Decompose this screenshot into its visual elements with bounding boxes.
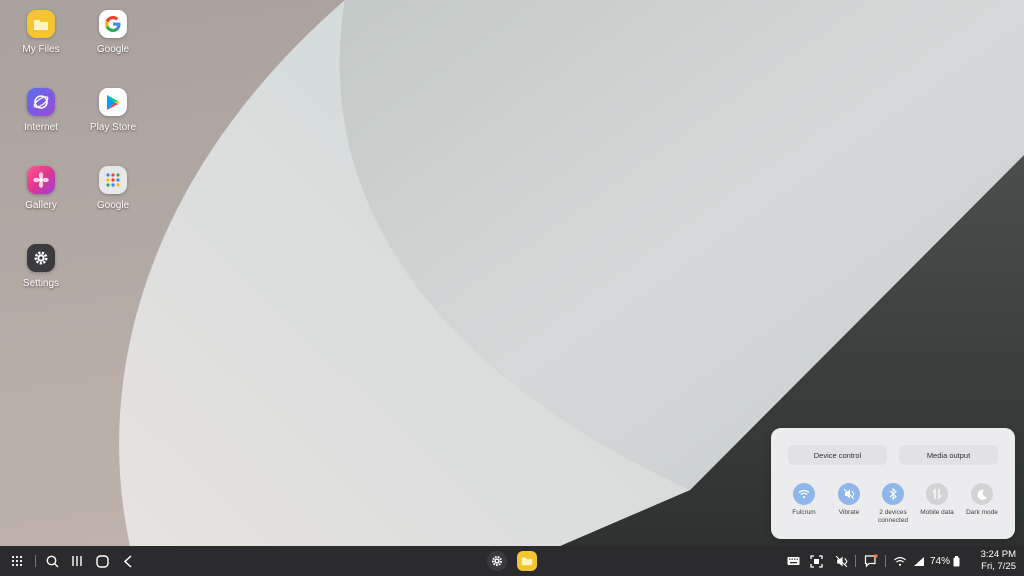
clock-date: Fri, 7/25 bbox=[981, 561, 1016, 572]
recents-button[interactable] bbox=[67, 546, 87, 576]
search-button[interactable] bbox=[42, 546, 62, 576]
desktop-icon-my-files[interactable]: My Files bbox=[5, 2, 77, 55]
back-button[interactable] bbox=[118, 546, 138, 576]
clock[interactable]: 3:24 PM Fri, 7/25 bbox=[966, 546, 1016, 576]
bluetooth-icon bbox=[882, 483, 904, 505]
taskbar-divider bbox=[885, 555, 886, 567]
vibrate-icon bbox=[835, 555, 848, 567]
tile-label: Vibrate bbox=[838, 509, 860, 516]
desktop-icon-internet[interactable]: Internet bbox=[5, 80, 77, 133]
tile-mobile-data[interactable]: Mobile data bbox=[915, 483, 959, 517]
play-store-icon bbox=[99, 88, 127, 116]
desktop-icon-gallery[interactable]: Gallery bbox=[5, 158, 77, 211]
volume-button[interactable] bbox=[832, 546, 850, 576]
screenshot-button[interactable] bbox=[807, 546, 825, 576]
taskbar-app-settings[interactable] bbox=[486, 546, 508, 576]
tile-label: 2 devices connected bbox=[878, 509, 908, 524]
desktop-icon-settings[interactable]: Settings bbox=[5, 236, 77, 289]
desktop-icon-label: Settings bbox=[22, 278, 60, 289]
taskbar-divider bbox=[855, 555, 856, 567]
desktop-icon-label: Google bbox=[96, 44, 130, 55]
mobile-data-icon bbox=[926, 483, 948, 505]
tile-wifi[interactable]: Fulcrum bbox=[782, 483, 826, 517]
home-icon bbox=[95, 554, 109, 568]
desktop-icon-label: Play Store bbox=[89, 122, 137, 133]
taskbar-app-my-files[interactable] bbox=[515, 546, 539, 576]
apps-button[interactable] bbox=[6, 546, 28, 576]
taskbar: 74% 3:24 PM Fri, 7/25 bbox=[0, 546, 1024, 576]
signal-icon bbox=[914, 556, 924, 566]
desktop-icon-label: Gallery bbox=[25, 200, 57, 211]
home-button[interactable] bbox=[92, 546, 112, 576]
keyboard-button[interactable] bbox=[784, 546, 802, 576]
notification-icon bbox=[864, 554, 878, 568]
google-folder-icon bbox=[99, 166, 127, 194]
media-output-button[interactable]: Media output bbox=[899, 445, 998, 465]
battery-percent-text: 74% bbox=[929, 555, 950, 567]
back-icon bbox=[123, 554, 132, 568]
dark-mode-icon bbox=[971, 483, 993, 505]
desktop-icon-google[interactable]: Google bbox=[77, 2, 149, 55]
search-icon bbox=[46, 555, 58, 567]
wifi-icon bbox=[793, 483, 815, 505]
notifications-button[interactable] bbox=[862, 546, 880, 576]
internet-icon bbox=[27, 88, 55, 116]
quick-panel: Device control Media output Fulcrum Vibr… bbox=[771, 428, 1015, 539]
settings-icon bbox=[27, 244, 55, 272]
tile-label: Mobile data bbox=[920, 509, 954, 516]
tile-dark-mode[interactable]: Dark mode bbox=[960, 483, 1004, 517]
desktop-icon-label: Internet bbox=[24, 122, 58, 133]
battery-percent[interactable]: 74% bbox=[928, 546, 952, 576]
folder-icon bbox=[517, 551, 537, 571]
desktop-icon-play-store[interactable]: Play Store bbox=[77, 80, 149, 133]
desktop-icon-google-folder[interactable]: Google bbox=[77, 158, 149, 211]
google-icon bbox=[99, 10, 127, 38]
recents-icon bbox=[72, 556, 82, 566]
tile-vibrate[interactable]: Vibrate bbox=[827, 483, 871, 517]
desktop-icon-label: My Files bbox=[22, 44, 60, 55]
battery-icon bbox=[953, 555, 959, 566]
tile-bluetooth[interactable]: 2 devices connected bbox=[871, 483, 915, 525]
desktop-icon-label: Google bbox=[96, 200, 130, 211]
signal-status[interactable] bbox=[911, 546, 927, 576]
wifi-icon bbox=[894, 556, 906, 566]
apps-grid-icon bbox=[11, 555, 23, 567]
taskbar-divider bbox=[35, 555, 36, 567]
wifi-status[interactable] bbox=[890, 546, 910, 576]
vibrate-icon bbox=[838, 483, 860, 505]
settings-icon bbox=[487, 551, 507, 571]
battery-status[interactable] bbox=[951, 546, 961, 576]
folder-icon bbox=[27, 10, 55, 38]
gallery-icon bbox=[27, 166, 55, 194]
screenshot-icon bbox=[809, 554, 823, 568]
keyboard-icon bbox=[787, 557, 799, 565]
clock-time: 3:24 PM bbox=[980, 549, 1016, 560]
device-control-button[interactable]: Device control bbox=[788, 445, 887, 465]
tile-label: Fulcrum bbox=[792, 509, 816, 516]
tile-label: Dark mode bbox=[966, 509, 998, 516]
